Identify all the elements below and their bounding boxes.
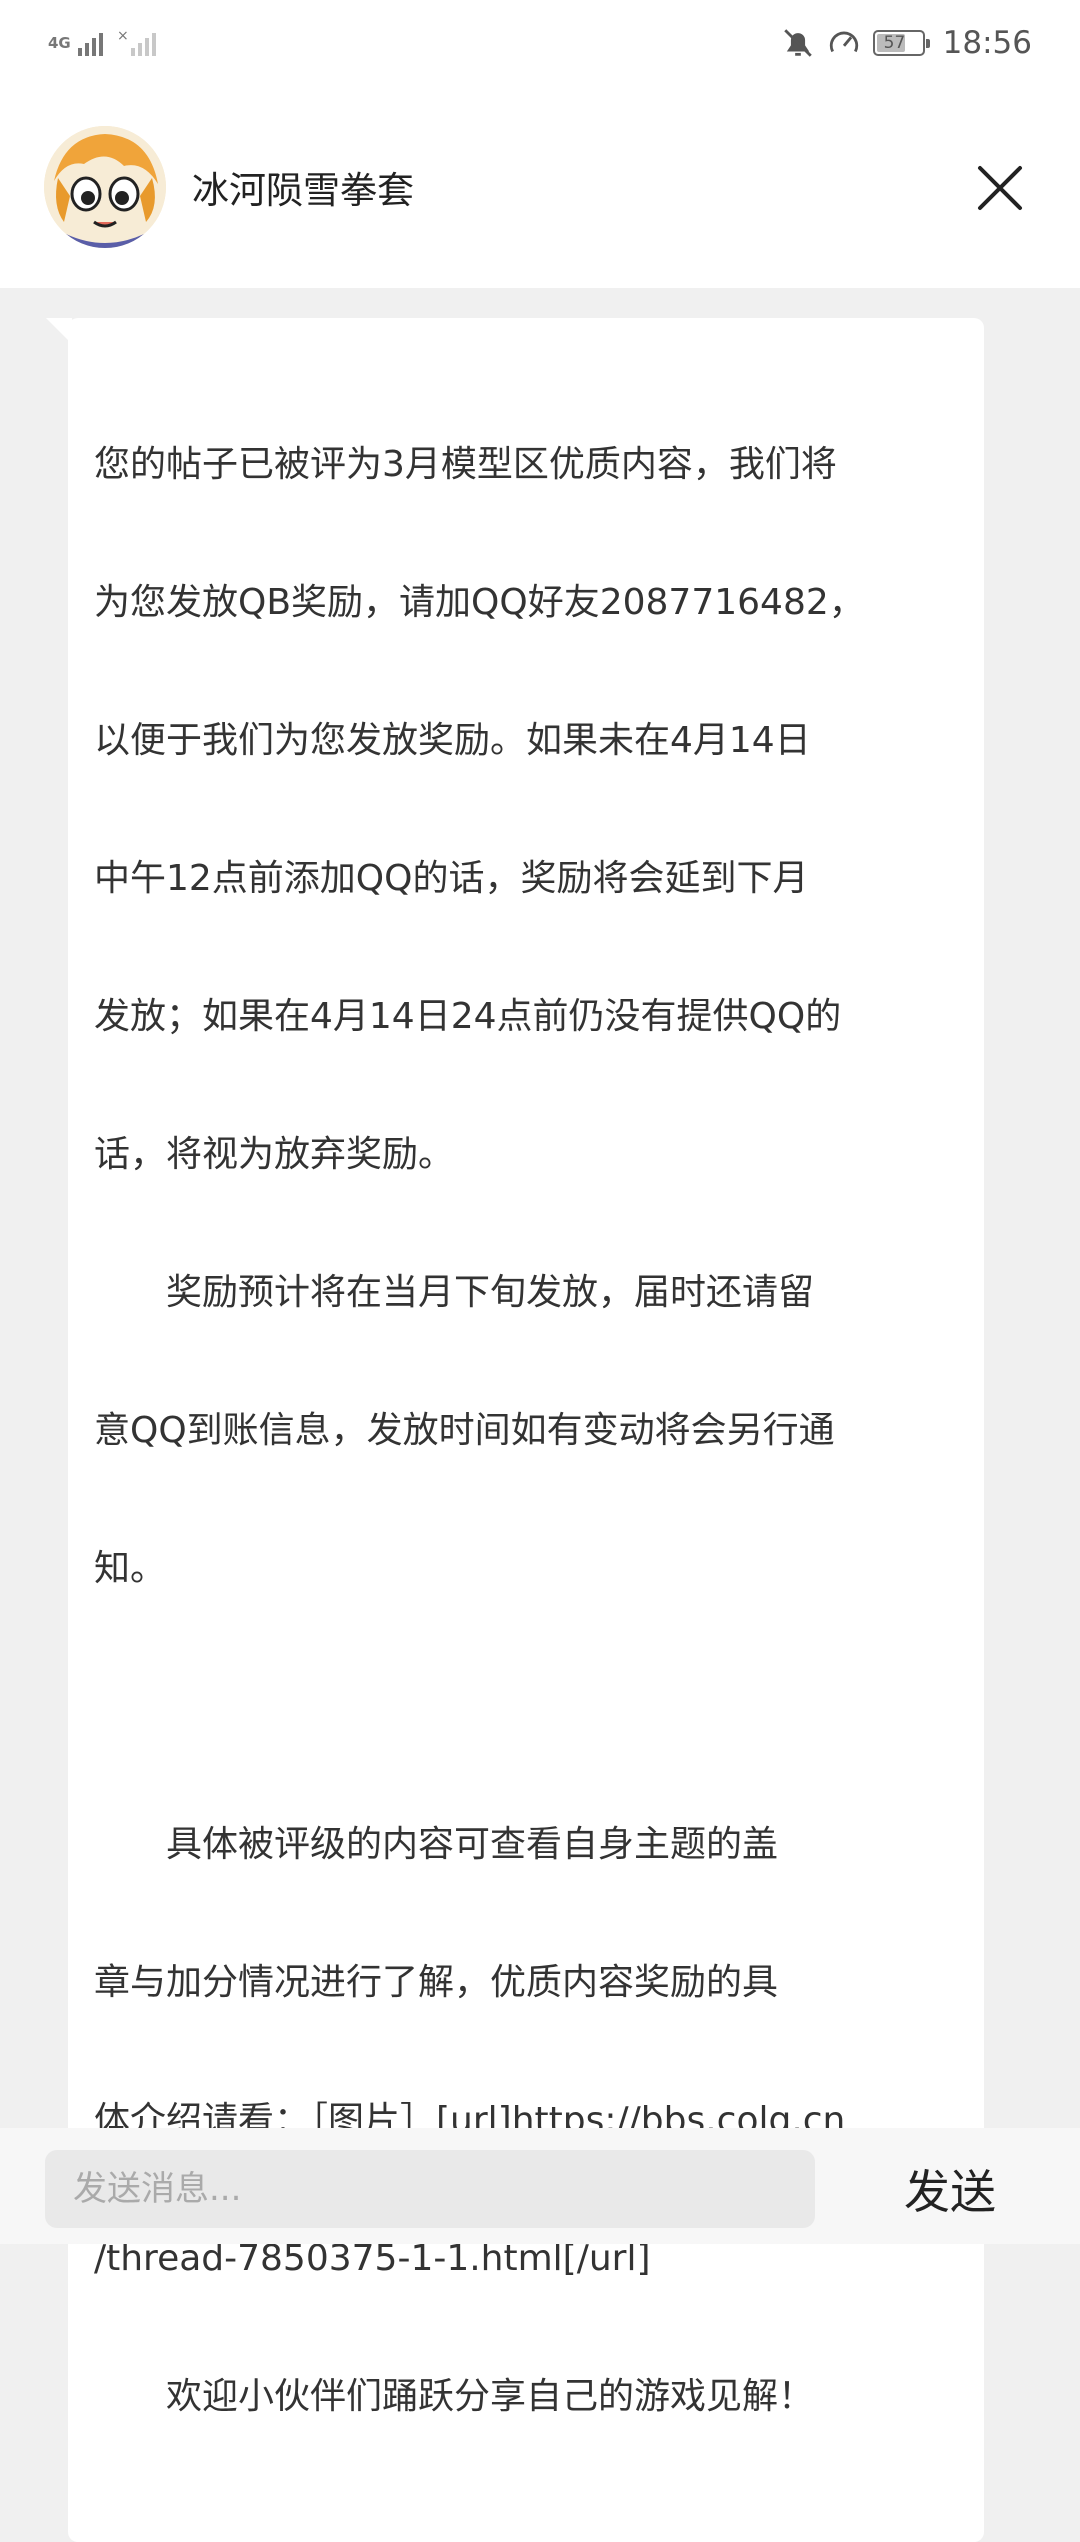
contact-name: 冰河陨雪拳套 [192,169,414,212]
status-right: 57 18:56 [781,25,1032,61]
bell-muted-icon [781,26,815,60]
status-left: 4G × [48,29,156,56]
input-bar: 发送 [0,2128,1080,2244]
message-line: 意QQ到账信息，发放时间如有变动将会另行通 [94,1410,835,1451]
signal-strength-icon [78,30,103,56]
message-line-blank: ​ [94,1684,958,1730]
send-button[interactable]: 发送 [880,2150,1020,2228]
status-bar: 4G × 57 18:56 [0,0,1080,86]
message-line: 具体被评级的内容可查看自身主题的盖 [94,1824,779,1865]
close-icon [978,166,1022,210]
message-line: 知。 [94,1548,167,1589]
battery-icon: 57 [872,30,930,56]
close-button[interactable] [970,158,1030,218]
message-line: 话，将视为放弃奖励。 [94,1134,455,1175]
message-line: 欢迎小伙伴们踊跃分享自己的游戏见解！ [94,2376,815,2417]
chat-message-area[interactable]: 您的帖子已被评为3月模型区优质内容，我们将 为您发放QB奖励，请加QQ好友208… [0,288,1080,2542]
message-line: 您的帖子已被评为3月模型区优质内容，我们将 [94,444,837,485]
sim2-signal-icon: × [117,29,156,56]
message-line: 为您发放QB奖励，请加QQ好友2087716482， [94,582,865,623]
speed-gauge-icon [827,26,861,60]
message-line: 奖励预计将在当月下旬发放，届时还请留 [94,1272,815,1313]
network-type-label: 4G [48,34,71,52]
clock: 18:56 [942,25,1032,61]
avatar[interactable] [44,126,166,248]
battery-level: 57 [883,33,906,53]
message-line: 以便于我们为您发放奖励。如果未在4月14日 [94,720,811,761]
message-line: 章与加分情况进行了解，优质内容奖励的具 [94,1962,779,2003]
message-input[interactable] [45,2150,815,2228]
message-line: 发放；如果在4月14日24点前仍没有提供QQ的 [94,996,842,1037]
chat-header: 冰河陨雪拳套 [0,86,1080,288]
message-line: 中午12点前添加QQ的话，奖励将会延到下月 [94,858,809,899]
